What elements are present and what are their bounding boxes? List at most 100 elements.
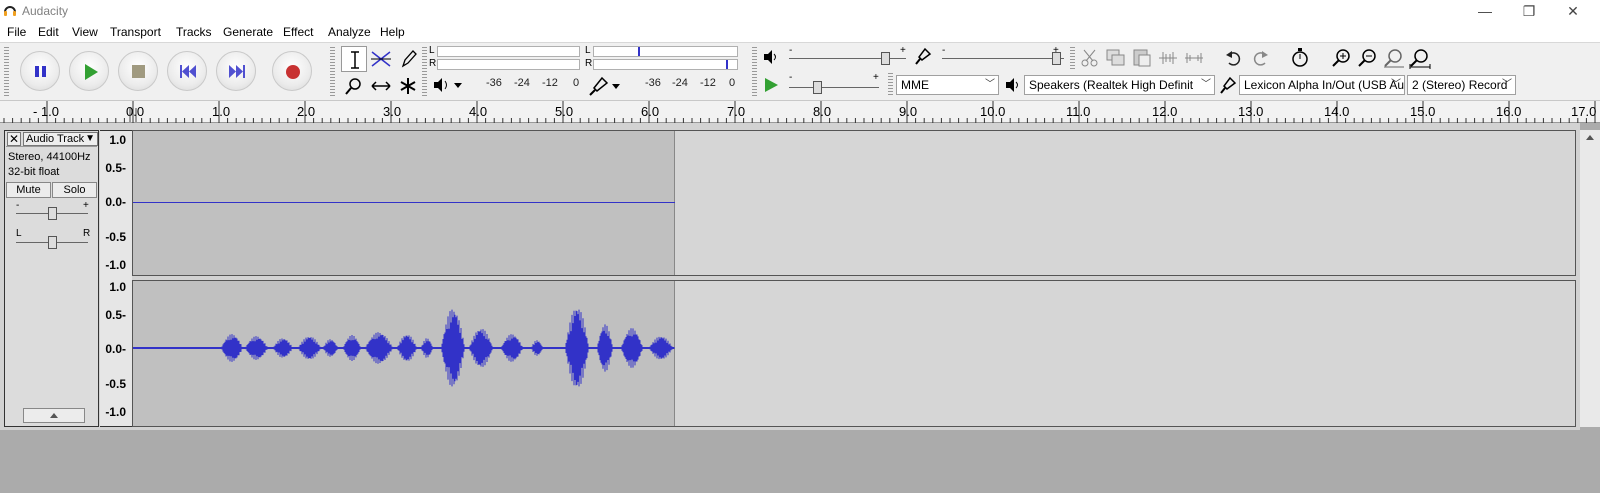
recording-device-value: Lexicon Alpha In/Out (USB Au	[1244, 78, 1405, 92]
recording-volume-slider[interactable]	[942, 52, 1064, 65]
playback-scale-12: -12	[542, 77, 558, 89]
track-header: ✕ Audio Track ▼	[6, 132, 98, 147]
menu-edit[interactable]: Edit	[38, 25, 59, 39]
track-control-panel[interactable]: ✕ Audio Track ▼ Stereo, 44100Hz 32-bit f…	[4, 130, 99, 427]
playback-meter-speaker-icon[interactable]	[432, 75, 464, 95]
audio-host-select[interactable]: MME ﹀	[896, 75, 999, 95]
paste-icon[interactable]	[1130, 47, 1154, 69]
pan-slider[interactable]	[16, 236, 88, 249]
record-button[interactable]	[272, 51, 312, 91]
menu-tracks[interactable]: Tracks	[176, 25, 212, 39]
scale-right-neg1: -1.0	[105, 405, 126, 419]
playback-scale-0: 0	[573, 77, 580, 89]
sync-lock-timer-icon[interactable]	[1288, 47, 1312, 69]
menu-view[interactable]: View	[72, 25, 98, 39]
ruler-label: 8.0	[813, 104, 832, 119]
pause-button[interactable]	[20, 51, 60, 91]
timeline-ruler[interactable]: - 1.0 0.0 1.0 2.0 3.0 4.0 5.0 6.0 7.0 8.…	[0, 101, 1600, 123]
zoom-out-icon[interactable]	[1356, 47, 1380, 69]
meter-toolbar-grip[interactable]	[422, 47, 427, 97]
gain-thumb[interactable]	[48, 207, 57, 220]
recording-channels-select[interactable]: 2 (Stereo) Record ﹀	[1407, 75, 1516, 95]
recording-device-select[interactable]: Lexicon Alpha In/Out (USB Au ﹀	[1239, 75, 1405, 95]
playback-meter-l[interactable]	[437, 46, 580, 57]
redo-icon[interactable]	[1248, 47, 1272, 69]
gain-max-label: +	[83, 200, 89, 211]
scale-right-neg0.5: -0.5	[105, 377, 126, 391]
playback-volume-max-label: +	[900, 45, 906, 56]
skip-end-icon	[229, 65, 245, 78]
record-scale-0: 0	[729, 77, 736, 89]
vertical-scrollbar[interactable]	[1580, 130, 1600, 427]
menu-generate[interactable]: Generate	[223, 25, 273, 39]
play-head-marker-icon[interactable]	[129, 108, 137, 122]
waveform-right-signal	[133, 309, 675, 387]
playback-meter-r[interactable]	[437, 59, 580, 70]
edit-toolbar-grip[interactable]	[1070, 47, 1075, 69]
menu-analyze[interactable]: Analyze	[328, 25, 371, 39]
solo-button[interactable]: Solo	[52, 182, 97, 198]
scale-left-neg1: -1.0	[105, 258, 126, 272]
menu-transport[interactable]: Transport	[110, 25, 161, 39]
waveform-right-channel[interactable]	[132, 280, 1576, 427]
audacity-logo-icon	[4, 6, 16, 16]
copy-icon[interactable]	[1104, 47, 1128, 69]
zoom-in-icon[interactable]	[1330, 47, 1354, 69]
time-shift-tool-button[interactable]	[368, 73, 394, 99]
mute-button[interactable]: Mute	[6, 182, 51, 198]
stop-button[interactable]	[118, 51, 158, 91]
magnifier-icon	[345, 78, 361, 95]
pan-thumb[interactable]	[48, 236, 57, 249]
transport-toolbar-grip[interactable]	[4, 47, 9, 97]
play-speed-slider[interactable]	[789, 81, 879, 94]
minimize-button[interactable]: —	[1462, 0, 1508, 24]
draw-tool-button[interactable]	[395, 46, 421, 72]
restore-button[interactable]: ❐	[1506, 0, 1552, 24]
record-meter-mic-icon[interactable]	[588, 75, 628, 97]
vertical-scale-area[interactable]: 1.0 0.5- 0.0- -0.5 -1.0 1.0 0.5- 0.0- -0…	[100, 130, 132, 427]
mixer-toolbar-grip[interactable]	[752, 47, 757, 97]
playback-volume-slider[interactable]	[789, 52, 906, 65]
ruler-ticks	[3, 101, 1596, 123]
record-meter-l[interactable]	[593, 46, 738, 57]
play-button[interactable]	[69, 51, 109, 91]
record-meter-r[interactable]	[593, 59, 738, 70]
cut-icon[interactable]	[1078, 47, 1102, 69]
selection-tool-button[interactable]	[341, 46, 367, 72]
waveform-left-channel[interactable]	[132, 130, 1576, 276]
play-at-speed-icon[interactable]	[762, 76, 780, 94]
playback-volume-thumb[interactable]	[881, 52, 890, 65]
playback-meter-r-label: R	[429, 58, 437, 69]
playback-device-select[interactable]: Speakers (Realtek High Definit ﹀	[1024, 75, 1215, 95]
record-scale-12: -12	[700, 77, 716, 89]
recording-volume-thumb[interactable]	[1052, 52, 1061, 65]
audio-clip-left[interactable]	[133, 131, 675, 275]
menu-help[interactable]: Help	[380, 25, 405, 39]
play-speed-thumb[interactable]	[813, 81, 822, 94]
track-name-menu[interactable]: Audio Track ▼	[23, 132, 98, 146]
trim-audio-icon[interactable]	[1156, 47, 1180, 69]
scroll-up-icon[interactable]	[1580, 130, 1600, 144]
collapse-track-button[interactable]	[23, 408, 85, 423]
skip-to-start-button[interactable]	[167, 51, 207, 91]
fit-selection-icon[interactable]	[1382, 47, 1406, 69]
menu-file[interactable]: File	[7, 25, 26, 39]
menu-effect[interactable]: Effect	[283, 25, 313, 39]
gain-slider[interactable]	[16, 207, 88, 220]
skip-to-end-button[interactable]	[216, 51, 256, 91]
silence-audio-icon[interactable]	[1182, 47, 1206, 69]
undo-icon[interactable]	[1222, 47, 1246, 69]
fit-project-icon[interactable]	[1408, 47, 1432, 69]
tools-toolbar-grip[interactable]	[330, 47, 335, 97]
toolbar-area: L R L R -36 -24 -12 0 -36 -24 -12 0 - + …	[0, 42, 1600, 101]
track-name: Audio Track	[26, 133, 85, 145]
envelope-tool-button[interactable]	[368, 46, 394, 72]
device-toolbar-grip[interactable]	[888, 73, 893, 97]
record-meter-r-label: R	[585, 58, 593, 69]
close-button[interactable]: ✕	[1550, 0, 1596, 24]
skip-start-icon	[180, 65, 196, 78]
close-track-icon[interactable]: ✕	[7, 132, 21, 146]
multi-tool-button[interactable]	[395, 73, 421, 99]
zoom-tool-button[interactable]	[341, 73, 367, 99]
ruler-label: 16.0	[1496, 104, 1522, 119]
